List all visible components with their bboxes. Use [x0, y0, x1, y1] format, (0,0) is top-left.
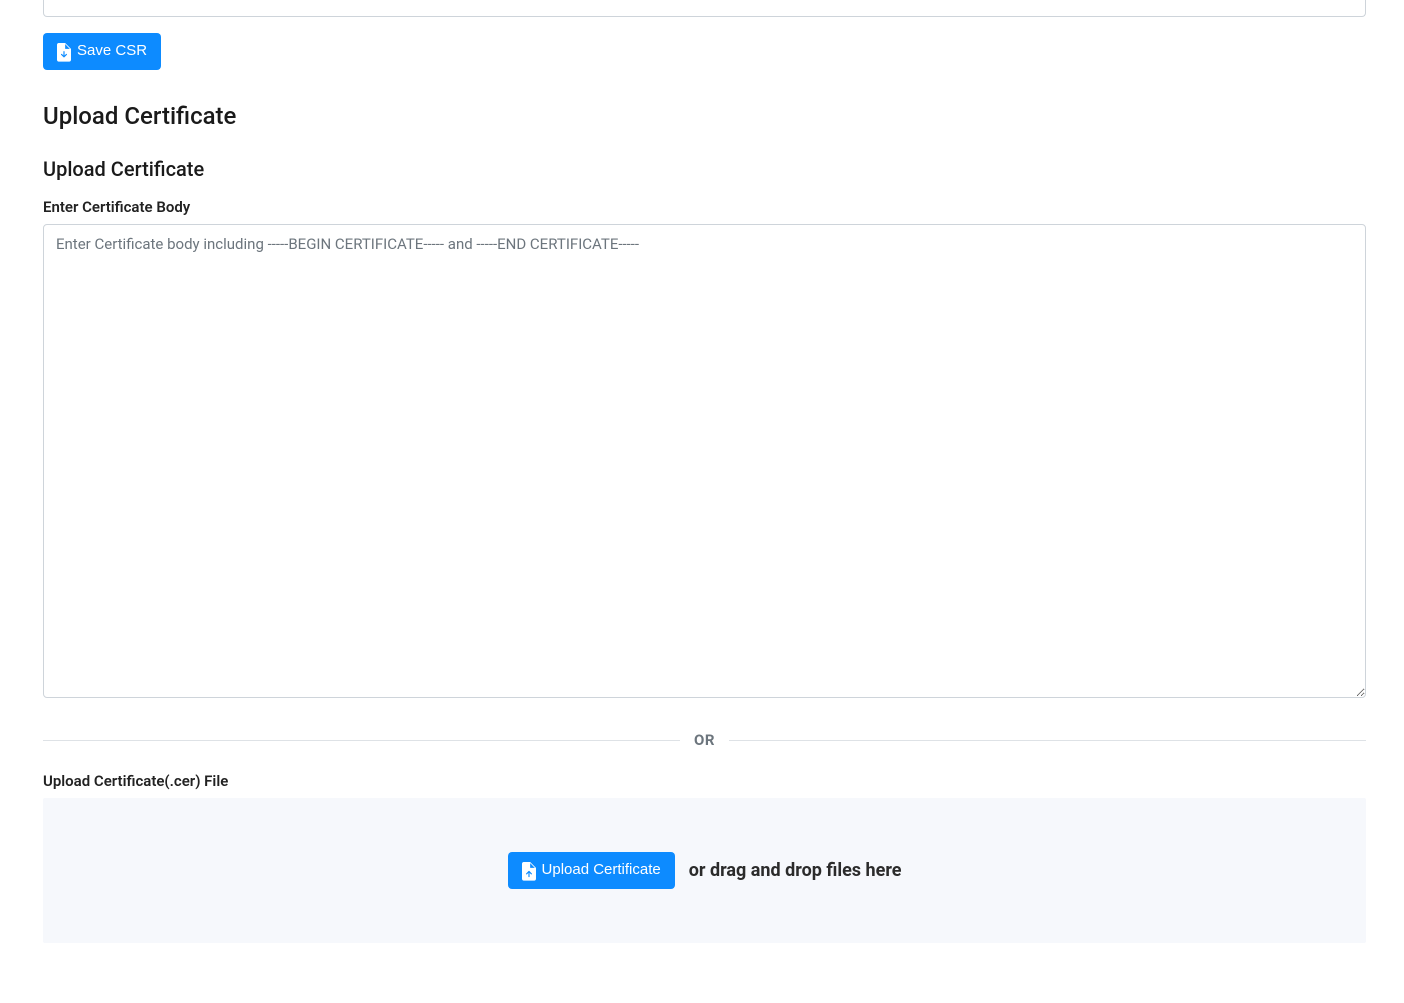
file-upload-icon — [522, 862, 536, 878]
upload-certificate-heading: Upload Certificate — [43, 98, 1366, 134]
previous-input-fragment[interactable] — [43, 0, 1366, 17]
save-csr-label: Save CSR — [77, 40, 147, 63]
divider-line-left — [43, 740, 680, 741]
file-save-icon — [57, 43, 71, 59]
save-csr-button[interactable]: Save CSR — [43, 33, 161, 70]
divider-word: OR — [680, 729, 729, 752]
certificate-dropzone[interactable]: Upload Certificate or drag and drop file… — [43, 798, 1366, 943]
upload-certificate-label: Upload Certificate — [542, 859, 661, 882]
divider-line-right — [729, 740, 1366, 741]
upload-certificate-button[interactable]: Upload Certificate — [508, 852, 675, 889]
certificate-body-textarea[interactable] — [43, 224, 1366, 698]
certificate-body-label: Enter Certificate Body — [43, 196, 1366, 219]
upload-file-label: Upload Certificate(.cer) File — [43, 770, 1366, 793]
or-divider: OR — [43, 729, 1366, 752]
upload-certificate-subheading: Upload Certificate — [43, 154, 1366, 184]
drag-drop-hint: or drag and drop files here — [689, 857, 902, 884]
